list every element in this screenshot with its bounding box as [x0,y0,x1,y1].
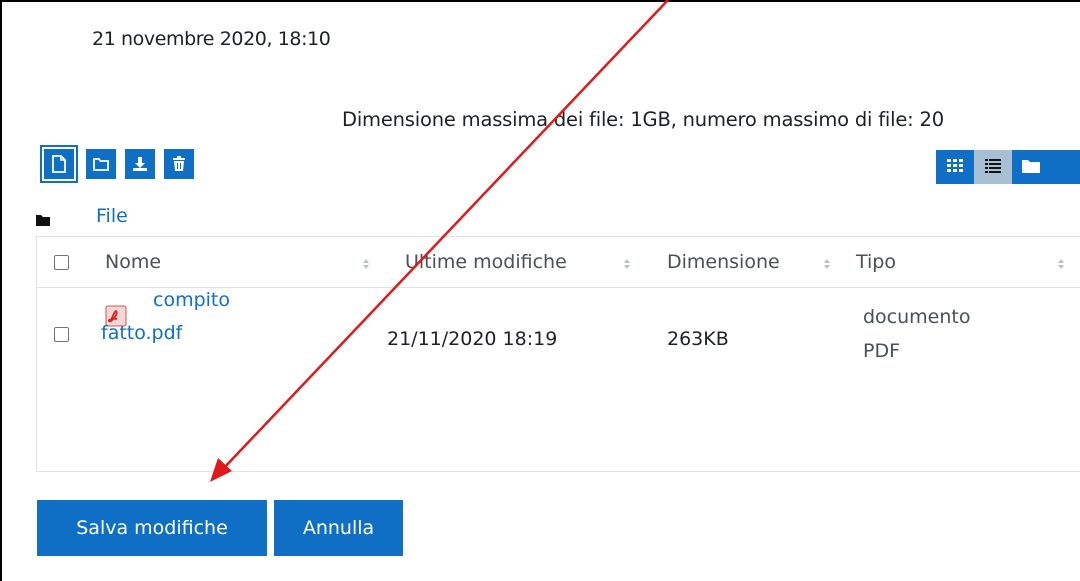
download-icon [132,156,148,172]
delete-icon [173,156,185,172]
due-date: 21 novembre 2020, 18:10 [92,28,331,50]
save-changes-button[interactable]: Salva modifiche [37,500,267,556]
column-header-size[interactable]: Dimensione [667,251,780,273]
folder-icon [36,209,50,231]
sort-name-icon[interactable] [362,259,370,269]
grid-view-button[interactable] [936,150,974,184]
list-view-icon [985,158,1001,177]
sort-modified-icon[interactable] [623,259,631,269]
file-limits-text: Dimensione massima dei file: 1GB, numero… [342,108,944,131]
file-table: Nome Ultime modifiche Dimensione Tipo co… [36,236,1080,472]
create-folder-button[interactable] [86,149,116,179]
download-button[interactable] [125,149,155,179]
table-row: compito fatto.pdf 21/11/2020 18:19 263KB… [37,287,1080,407]
table-header: Nome Ultime modifiche Dimensione Tipo [37,237,1080,288]
cancel-button[interactable]: Annulla [274,500,403,556]
select-all-checkbox[interactable] [54,255,69,270]
file-type-line2: PDF [863,340,901,362]
file-size: 263KB [667,328,729,350]
row-checkbox[interactable] [54,327,69,342]
breadcrumb-link-file[interactable]: File [96,205,128,227]
add-file-button[interactable] [44,149,74,179]
folder-tree-view-button[interactable] [1012,150,1080,184]
view-mode-switcher [936,150,1080,184]
delete-button[interactable] [164,149,194,179]
create-folder-icon [93,157,109,171]
file-name-line2: fatto.pdf [101,322,183,344]
file-link-compito-fatto[interactable]: compito fatto.pdf [101,284,301,350]
file-modified: 21/11/2020 18:19 [387,328,558,350]
file-type: documento PDF [863,300,971,368]
file-name-line1: compito [153,289,230,311]
column-header-name[interactable]: Nome [105,251,161,273]
add-file-icon [51,155,67,173]
column-header-type[interactable]: Tipo [856,251,896,273]
sort-type-icon[interactable] [1057,259,1065,269]
sort-size-icon[interactable] [823,259,831,269]
column-header-modified[interactable]: Ultime modifiche [405,251,567,273]
folder-tree-view-icon [1022,158,1040,177]
grid-view-icon [947,158,963,177]
list-view-button[interactable] [974,150,1012,184]
breadcrumb: File [36,205,128,227]
file-type-line1: documento [863,306,971,328]
